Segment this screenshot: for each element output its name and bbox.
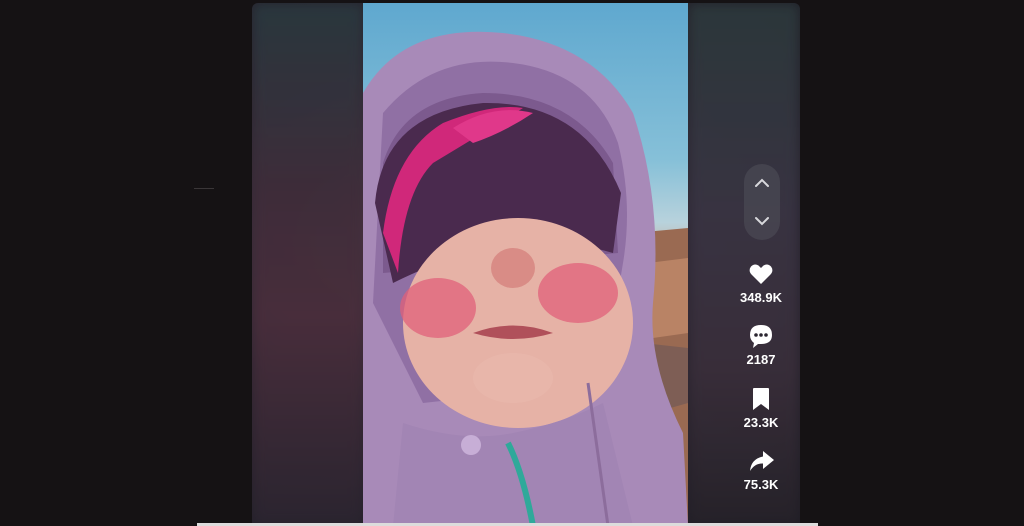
video-still-image <box>363 31 688 526</box>
comment-button[interactable]: 2187 <box>735 322 787 367</box>
share-button[interactable]: 75.3K <box>735 447 787 492</box>
share-count: 75.3K <box>743 477 779 492</box>
heart-icon <box>749 264 773 284</box>
save-count: 23.3K <box>743 415 779 430</box>
chevron-up-icon <box>755 178 769 187</box>
video-player[interactable] <box>252 3 800 526</box>
comment-icon <box>750 325 772 348</box>
chevron-down-icon <box>755 217 769 226</box>
bookmark-icon <box>753 388 769 410</box>
blurred-backdrop-left <box>252 3 364 526</box>
right-margin <box>818 0 1024 526</box>
save-button[interactable]: 23.3K <box>735 385 787 430</box>
video-frame[interactable] <box>363 3 688 526</box>
like-count: 348.9K <box>740 290 782 305</box>
like-button[interactable]: 348.9K <box>735 260 787 305</box>
previous-video-button[interactable] <box>744 166 780 200</box>
divider <box>194 188 214 189</box>
share-icon <box>750 451 774 471</box>
left-margin <box>0 0 214 526</box>
comment-count: 2187 <box>746 352 776 367</box>
next-video-button[interactable] <box>744 204 780 238</box>
video-navigation <box>744 164 780 240</box>
